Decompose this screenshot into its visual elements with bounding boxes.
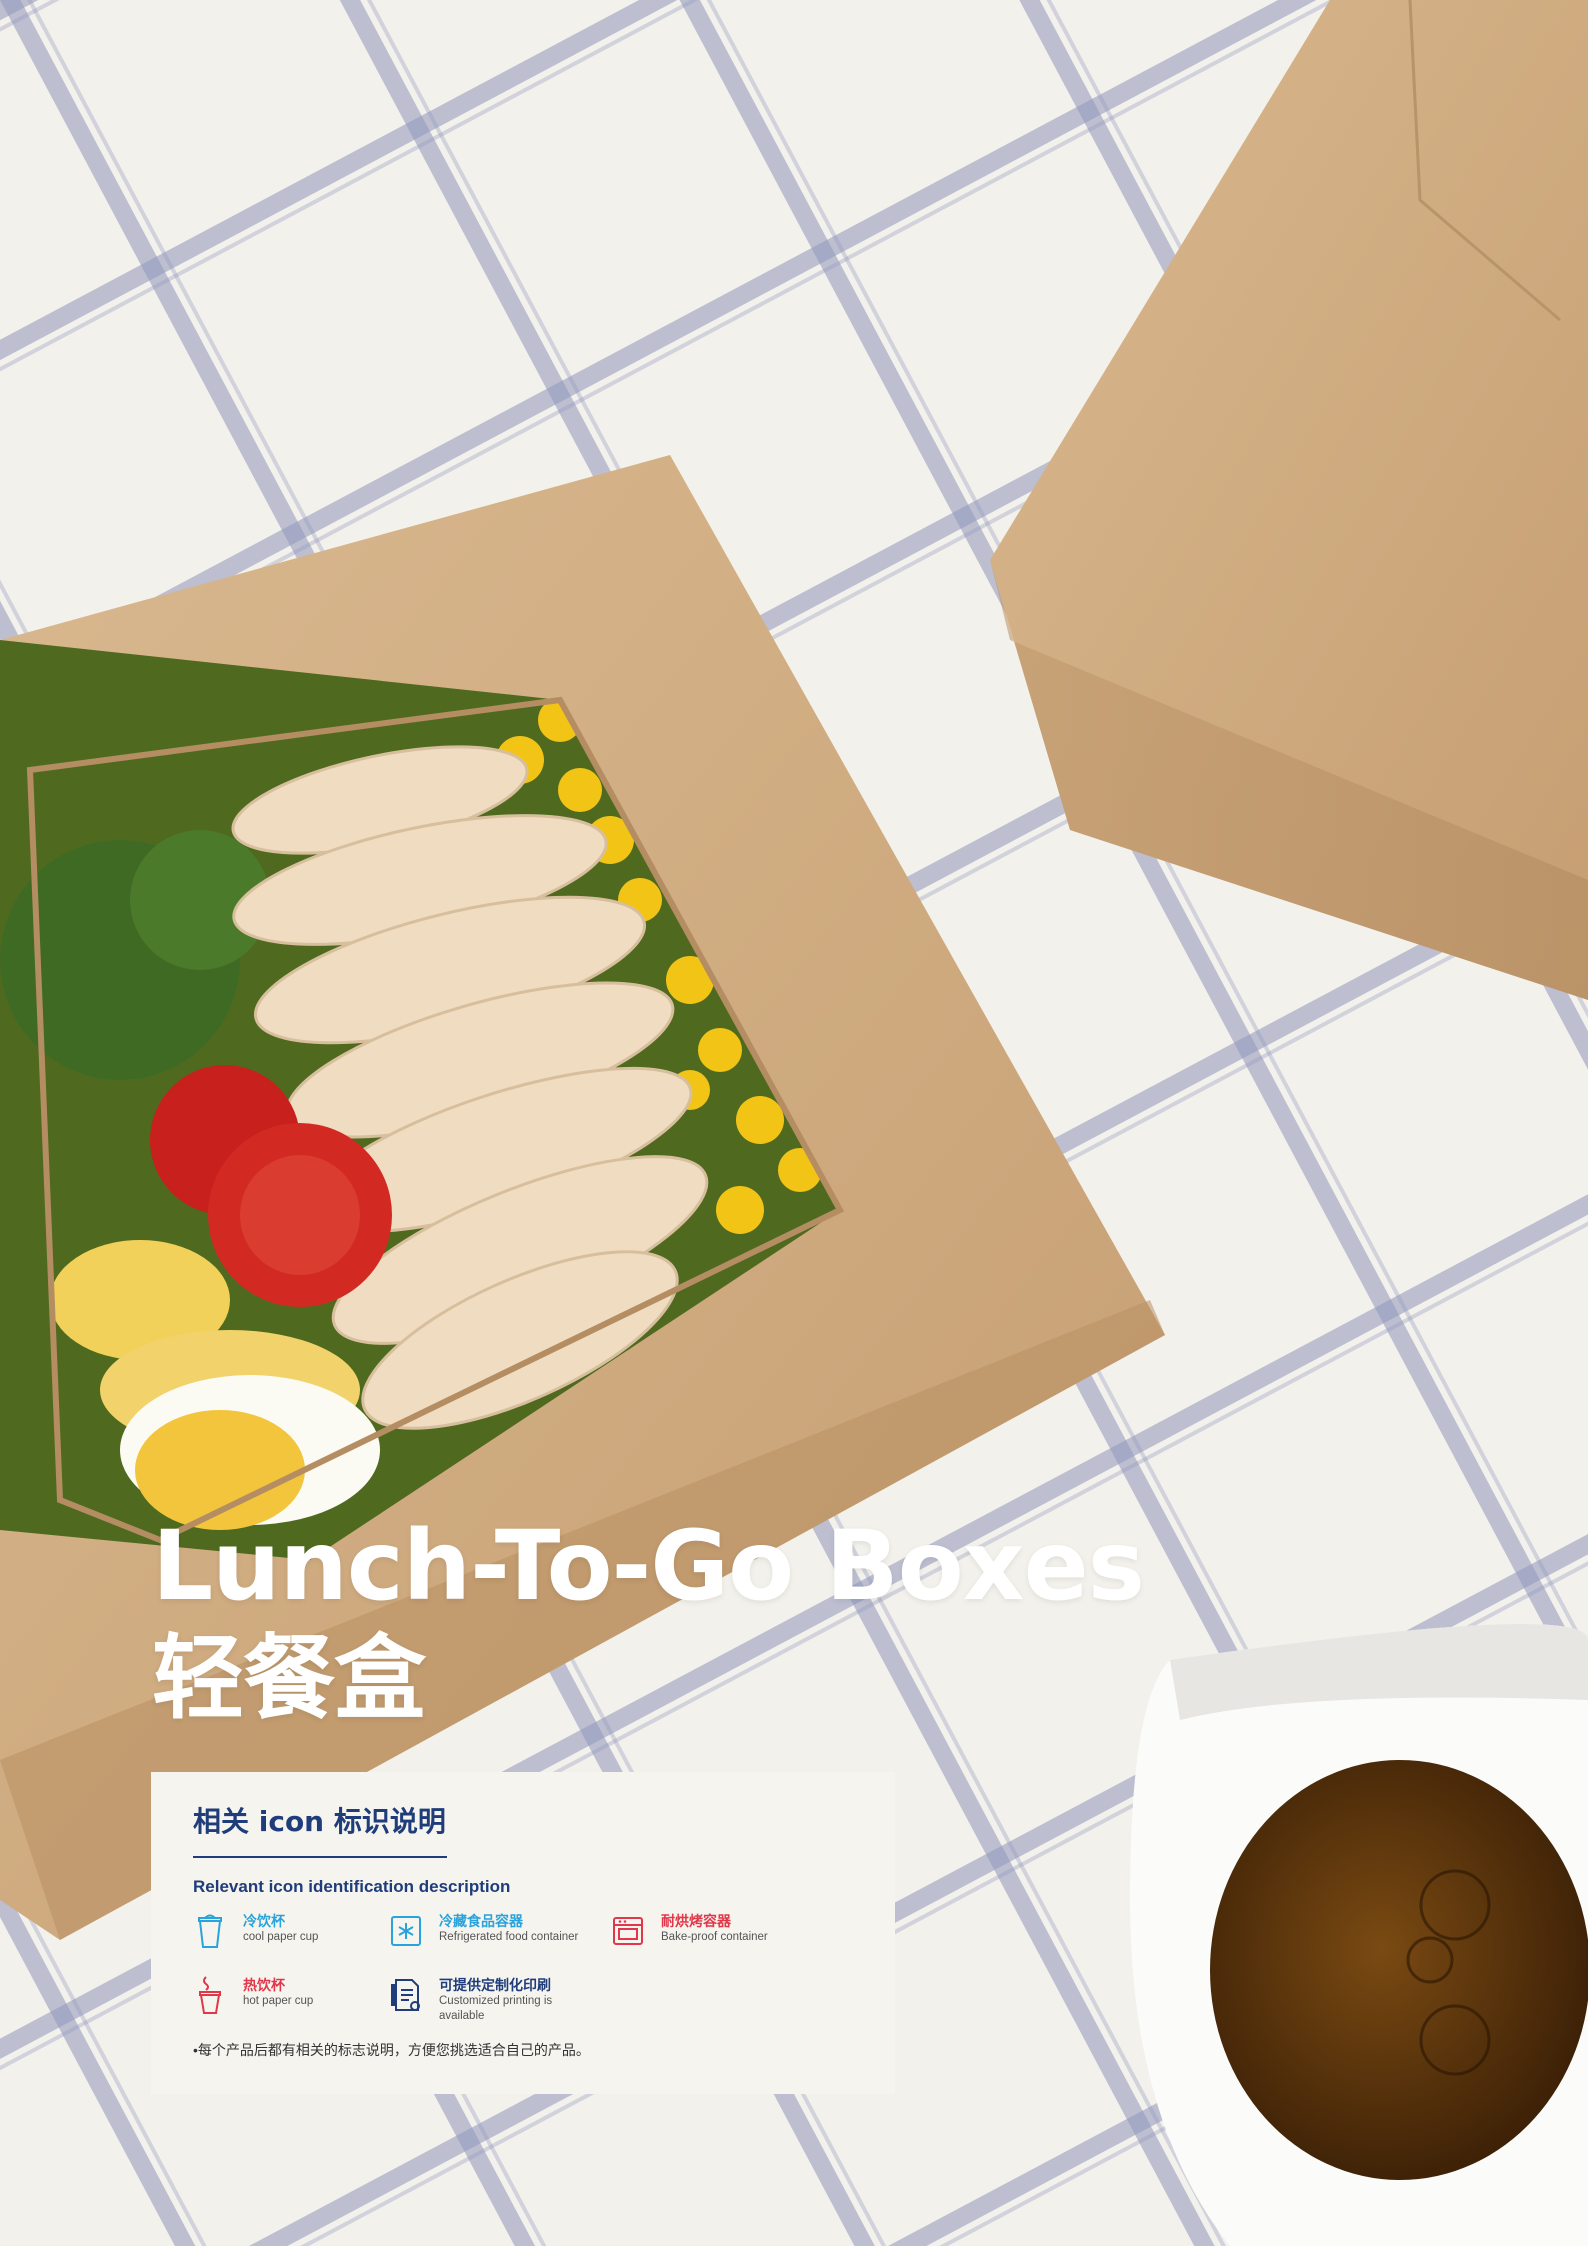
legend-item-cn: 耐烘烤容器 — [661, 1913, 731, 1929]
panel-divider — [193, 1856, 447, 1858]
hot-cup-icon — [193, 1976, 227, 2014]
cold-cup-icon — [193, 1912, 227, 1950]
legend-item-refrigerated: 冷藏食品容器 Refrigerated food container — [389, 1912, 578, 1950]
legend-item-en: Customized printing is available — [439, 1995, 553, 2022]
panel-subheading: Relevant icon identification description — [193, 1877, 511, 1896]
legend-item-cn: 冷藏食品容器 — [439, 1913, 523, 1929]
legend-item-cn: 冷饮杯 — [243, 1913, 285, 1929]
panel-heading: 相关 icon 标识说明 — [193, 1805, 446, 1838]
sauce-dish — [1130, 1624, 1588, 2246]
legend-item-en: hot paper cup — [243, 1995, 314, 2007]
legend-item-cold-cup: 冷饮杯 cool paper cup — [193, 1912, 318, 1950]
legend-item-bake-proof: 耐烘烤容器 Bake-proof container — [611, 1912, 768, 1950]
legend-item-cn: 可提供定制化印刷 — [439, 1977, 551, 1993]
icon-legend-panel: 相关 icon 标识说明 Relevant icon identificatio… — [151, 1772, 895, 2094]
title-block: Lunch-To-Go Boxes 轻餐盒 — [152, 1510, 1145, 1734]
title-chinese: 轻餐盒 — [152, 1625, 426, 1732]
legend-item-en: Bake-proof container — [661, 1931, 768, 1943]
snowflake-box-icon — [389, 1912, 423, 1950]
print-document-icon — [389, 1976, 423, 2014]
legend-item-custom-print: 可提供定制化印刷 Customized printing is availabl… — [389, 1976, 569, 2024]
legend-item-en: Refrigerated food container — [439, 1931, 579, 1943]
legend-item-hot-cup: 热饮杯 hot paper cup — [193, 1976, 313, 2014]
legend-item-cn: 热饮杯 — [243, 1977, 285, 1993]
panel-footnote: •每个产品后都有相关的标志说明，方便您挑选适合自己的产品。 — [193, 2042, 590, 2058]
title-english: Lunch-To-Go Boxes — [152, 1510, 1145, 1622]
legend-item-en: cool paper cup — [243, 1931, 319, 1943]
icon-legend-grid: 冷饮杯 cool paper cup 冷藏食品容器 Refrigerated f… — [193, 1908, 853, 2040]
oven-icon — [611, 1912, 645, 1950]
